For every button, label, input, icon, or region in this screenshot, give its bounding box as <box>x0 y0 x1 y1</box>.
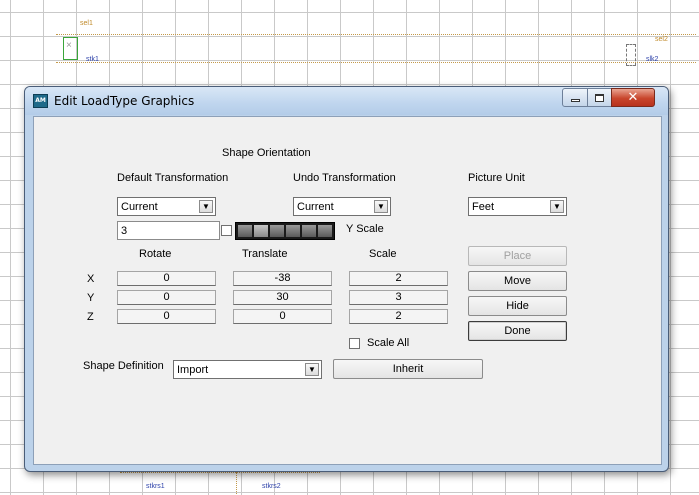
shape-definition-select[interactable]: Import ▼ <box>173 360 322 379</box>
dialog-body: Shape Orientation Default Transformation… <box>33 116 662 465</box>
axis-label-y: Y <box>87 292 95 304</box>
close-icon: ✕ <box>627 90 639 105</box>
shape-definition-label: Shape Definition <box>83 360 164 372</box>
default-transformation-select[interactable]: Current ▼ <box>117 197 216 216</box>
canvas-label: sel1 <box>80 20 93 27</box>
hide-button[interactable]: Hide <box>468 296 567 316</box>
scale-column-header: Scale <box>369 248 397 260</box>
canvas-path-line <box>56 62 696 63</box>
scale-x-field[interactable]: 2 <box>349 271 448 286</box>
title-bar[interactable]: AM Edit LoadType Graphics ✕ <box>25 87 668 115</box>
default-transformation-label: Default Transformation <box>117 172 229 184</box>
move-button[interactable]: Move <box>468 271 567 291</box>
canvas-label: stkrs2 <box>262 483 281 490</box>
close-button[interactable]: ✕ <box>611 88 655 107</box>
undo-transformation-select[interactable]: Current ▼ <box>293 197 391 216</box>
canvas-label: stk1 <box>86 56 99 63</box>
scale-all-checkbox[interactable] <box>349 338 360 349</box>
default-transformation-value: Current <box>121 201 158 213</box>
axis-label-x: X <box>87 273 95 285</box>
scale-z-field[interactable]: 2 <box>349 309 448 324</box>
scale-slider[interactable] <box>235 222 335 240</box>
window-title: Edit LoadType Graphics <box>54 94 195 108</box>
translate-z-field[interactable]: 0 <box>233 309 332 324</box>
translate-x-field[interactable]: -38 <box>233 271 332 286</box>
canvas-path-line <box>120 472 320 473</box>
scale-checkbox[interactable] <box>221 225 232 236</box>
picture-unit-value: Feet <box>472 201 495 213</box>
y-scale-label: Y Scale <box>346 223 384 235</box>
canvas-path-line <box>56 34 696 35</box>
canvas-shape[interactable] <box>626 44 636 66</box>
scale-input[interactable]: 3 <box>117 221 220 240</box>
rotate-y-field[interactable]: 0 <box>117 290 216 305</box>
translate-y-field[interactable]: 30 <box>233 290 332 305</box>
shape-definition-value: Import <box>177 364 209 376</box>
minimize-icon <box>570 99 580 102</box>
inherit-button[interactable]: Inherit <box>333 359 483 379</box>
edit-loadtype-graphics-dialog: AM Edit LoadType Graphics ✕ Shape Orient… <box>24 86 669 472</box>
canvas-label: sel2 <box>655 36 668 43</box>
scale-y-field[interactable]: 3 <box>349 290 448 305</box>
chevron-down-icon[interactable]: ▼ <box>305 363 319 376</box>
canvas-path-line <box>236 472 237 494</box>
maximize-button[interactable] <box>587 88 612 107</box>
scale-input-value: 3 <box>121 225 128 237</box>
chevron-down-icon[interactable]: ▼ <box>199 200 213 213</box>
minimize-button[interactable] <box>562 88 588 107</box>
rotate-z-field[interactable]: 0 <box>117 309 216 324</box>
maximize-icon <box>595 93 604 102</box>
scale-all-label: Scale All <box>367 337 410 349</box>
undo-transformation-value: Current <box>297 201 334 213</box>
rotate-x-field[interactable]: 0 <box>117 271 216 286</box>
place-button[interactable]: Place <box>468 246 567 266</box>
chevron-down-icon[interactable]: ▼ <box>550 200 564 213</box>
axis-label-z: Z <box>87 311 94 323</box>
canvas-selected-shape[interactable] <box>63 37 78 60</box>
shape-orientation-heading: Shape Orientation <box>222 147 311 159</box>
done-button[interactable]: Done <box>468 321 567 341</box>
translate-column-header: Translate <box>242 248 288 260</box>
picture-unit-label: Picture Unit <box>468 172 525 184</box>
picture-unit-select[interactable]: Feet ▼ <box>468 197 567 216</box>
rotate-column-header: Rotate <box>139 248 172 260</box>
canvas-label: stkrs1 <box>146 483 165 490</box>
undo-transformation-label: Undo Transformation <box>293 172 396 184</box>
app-icon: AM <box>33 94 48 108</box>
chevron-down-icon[interactable]: ▼ <box>374 200 388 213</box>
canvas-label: slk2 <box>646 56 659 63</box>
